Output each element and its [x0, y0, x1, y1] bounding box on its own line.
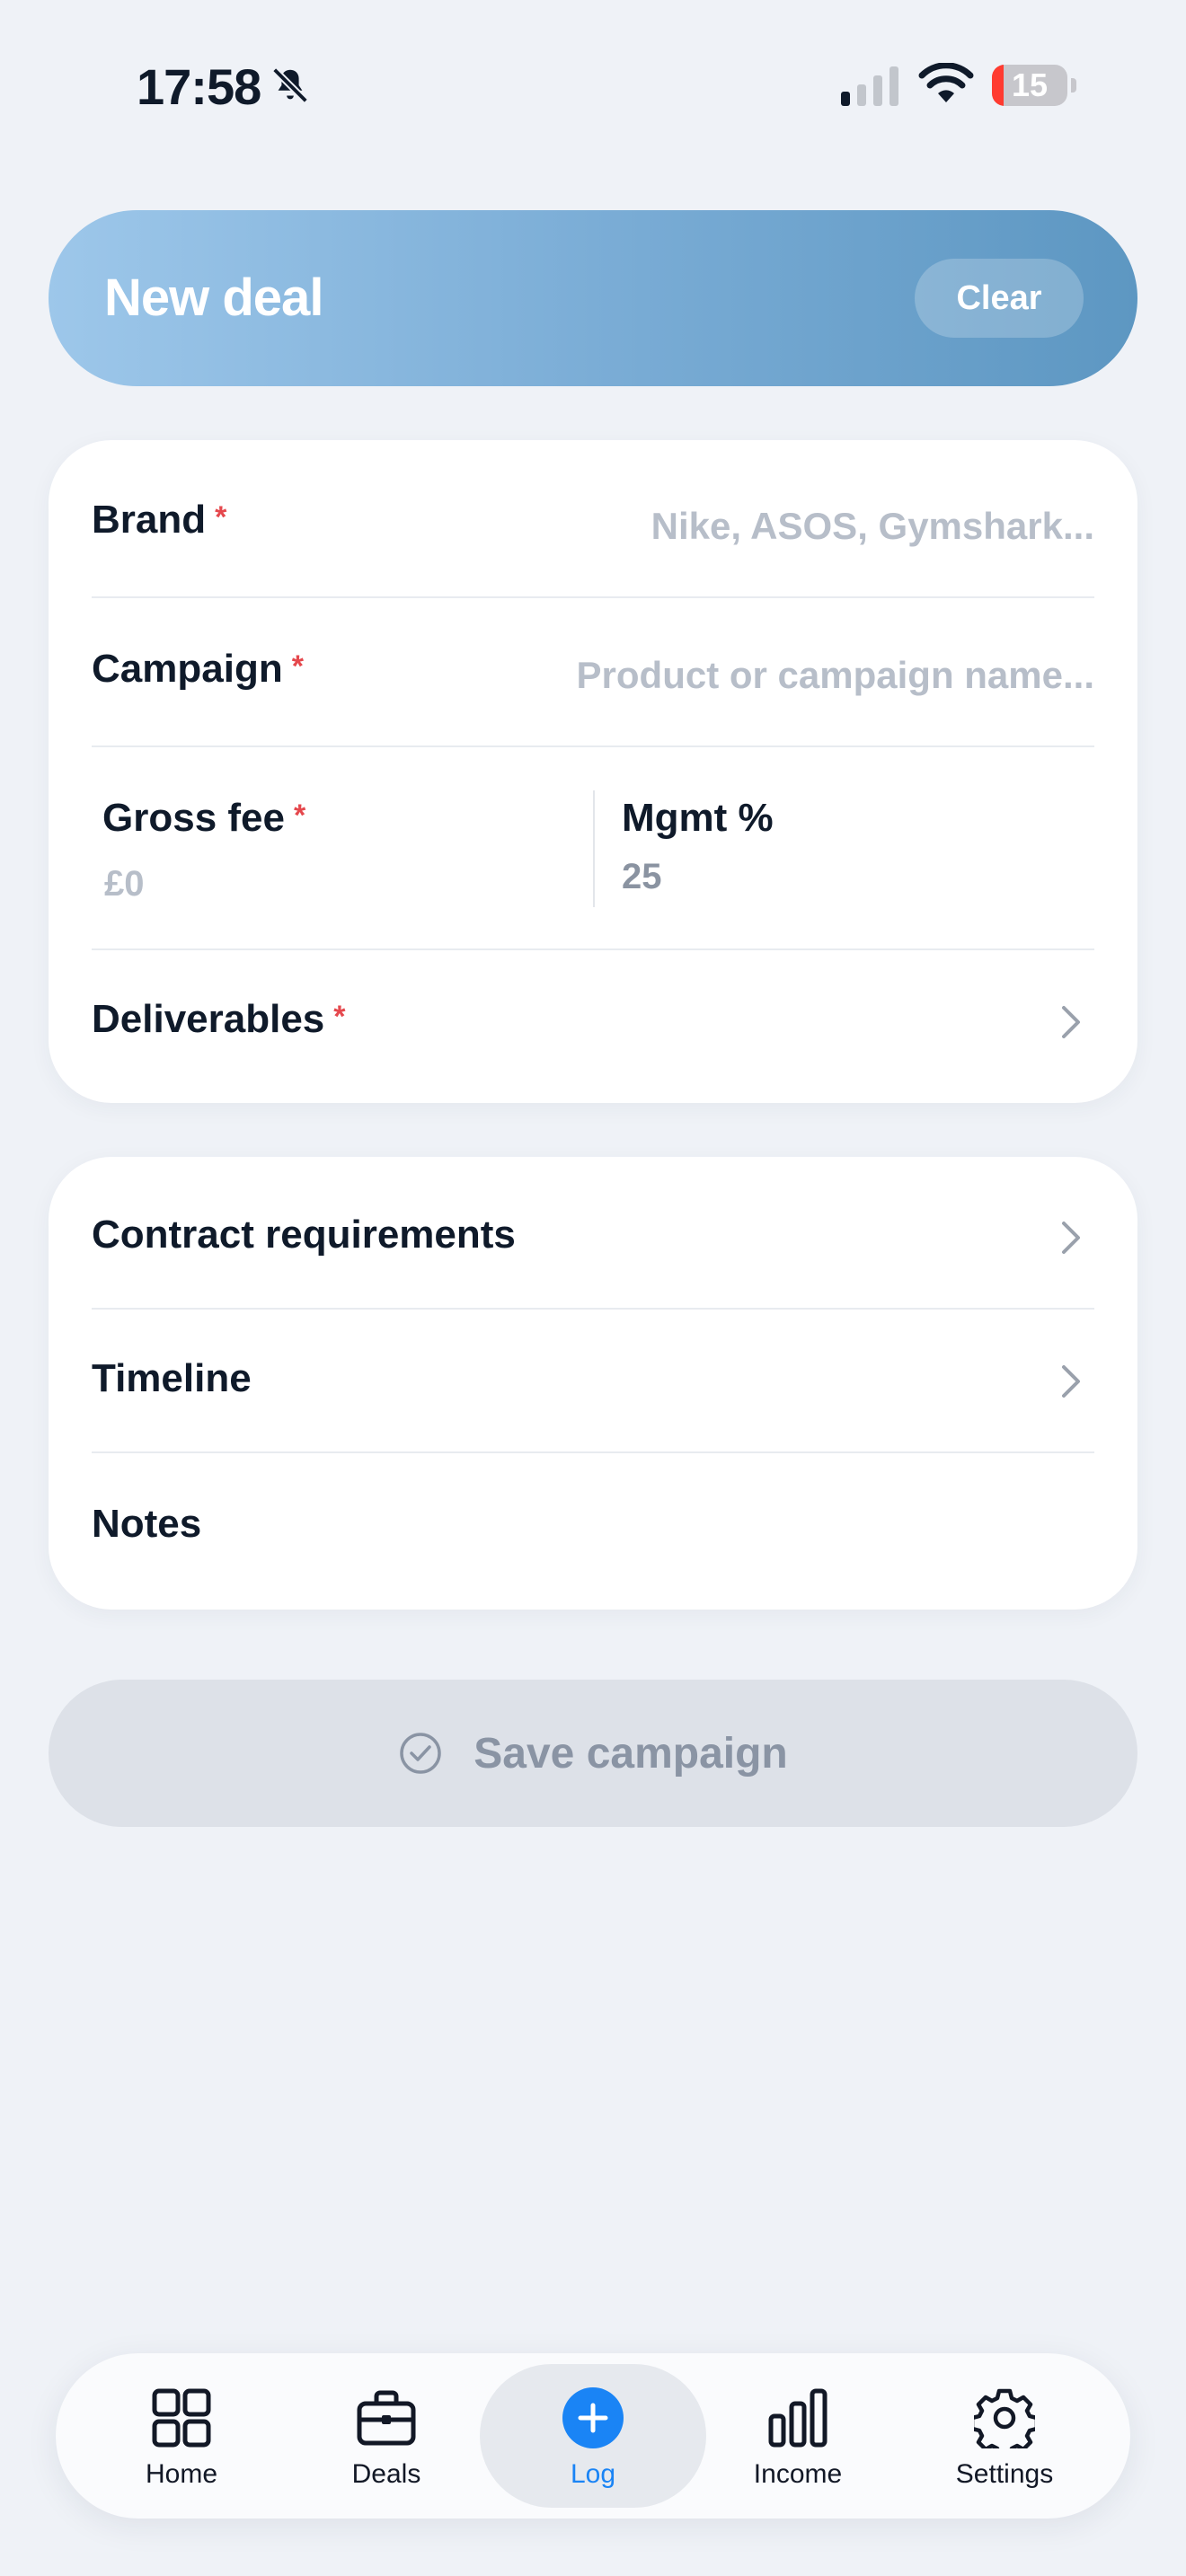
chevron-right-icon	[1062, 1365, 1080, 1398]
divider	[92, 1451, 1094, 1453]
tab-label: Log	[570, 2459, 616, 2489]
checkmark-circle-icon	[400, 1733, 441, 1774]
divider	[92, 596, 1094, 598]
tab-home[interactable]: Home	[83, 2353, 280, 2519]
tab-log[interactable]: Log	[494, 2353, 692, 2519]
tab-bar: Home Deals Log Income Settings	[56, 2353, 1130, 2519]
field-separator	[593, 790, 595, 907]
briefcase-icon	[357, 2390, 416, 2446]
page-title: New deal	[104, 269, 323, 327]
divider	[92, 1308, 1094, 1310]
extras-card: Contract requirements Timeline Notes	[49, 1157, 1137, 1610]
divider	[92, 745, 1094, 747]
required-asterisk: *	[333, 1000, 346, 1034]
mgmt-percent-input[interactable]: 25	[622, 857, 662, 897]
tab-label: Deals	[351, 2459, 421, 2489]
tab-settings[interactable]: Settings	[906, 2353, 1103, 2519]
gross-fee-input[interactable]: £0	[104, 864, 145, 904]
plus-circle-icon	[562, 2387, 624, 2448]
new-deal-header: New deal Clear	[49, 210, 1137, 386]
status-bar: 17:58 15	[0, 0, 1186, 171]
contract-requirements-label: Contract requirements	[92, 1213, 516, 1257]
mgmt-percent-label: Mgmt %	[622, 796, 774, 840]
required-asterisk: *	[291, 649, 304, 684]
divider	[92, 948, 1094, 950]
save-campaign-label: Save campaign	[474, 1729, 788, 1778]
cellular-signal-icon	[841, 66, 898, 106]
tab-income[interactable]: Income	[699, 2353, 897, 2519]
deal-details-card: Brand * Nike, ASOS, Gymshark... Campaign *…	[49, 440, 1137, 1103]
tab-label: Home	[145, 2459, 218, 2489]
campaign-input[interactable]: Product or campaign name...	[577, 654, 1094, 697]
campaign-label: Campaign *	[92, 647, 304, 691]
brand-label: Brand *	[92, 498, 227, 542]
wifi-icon	[918, 63, 974, 102]
required-asterisk: *	[215, 500, 227, 534]
chevron-right-icon	[1062, 1006, 1080, 1038]
status-time: 17:58	[137, 58, 261, 115]
bar-chart-icon	[768, 2388, 828, 2448]
gross-fee-label: Gross fee *	[102, 796, 306, 840]
clear-button[interactable]: Clear	[915, 259, 1084, 338]
timeline-label: Timeline	[92, 1356, 252, 1400]
tab-deals[interactable]: Deals	[288, 2353, 485, 2519]
tab-label: Income	[753, 2459, 843, 2489]
chevron-right-icon	[1062, 1222, 1080, 1254]
notes-label: Notes	[92, 1502, 202, 1546]
required-asterisk: *	[293, 798, 306, 833]
bell-slash-icon	[272, 67, 308, 103]
tab-label: Settings	[955, 2459, 1054, 2489]
gear-icon	[974, 2388, 1035, 2448]
deliverables-label: Deliverables *	[92, 997, 346, 1041]
grid-icon	[152, 2388, 211, 2448]
save-campaign-button[interactable]: Save campaign	[49, 1680, 1137, 1827]
battery-percent: 15	[1011, 66, 1049, 103]
brand-input[interactable]: Nike, ASOS, Gymshark...	[651, 505, 1094, 548]
battery-indicator: 15	[992, 65, 1076, 106]
